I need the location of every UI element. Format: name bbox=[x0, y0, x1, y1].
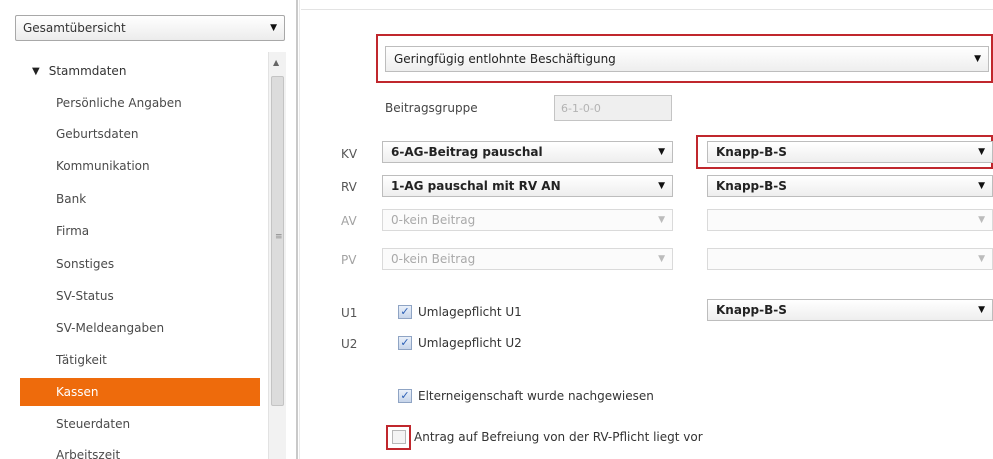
chevron-down-icon: ▼ bbox=[978, 147, 985, 157]
nav-item-sv-status[interactable]: SV-Status bbox=[15, 282, 265, 310]
rv-kasse-select[interactable]: Knapp-B-S ▼ bbox=[707, 175, 993, 197]
nav-item-taetigkeit[interactable]: Tätigkeit bbox=[15, 346, 265, 374]
rv-kasse-value: Knapp-B-S bbox=[716, 179, 787, 193]
pv-value: 0-kein Beitrag bbox=[391, 252, 476, 266]
elterneigenschaft-label: Elterneigenschaft wurde nachgewiesen bbox=[418, 389, 654, 403]
u2-label: U2 bbox=[341, 337, 358, 351]
chevron-down-icon: ▼ bbox=[978, 305, 985, 315]
beitragsgruppe-label: Beitragsgruppe bbox=[385, 101, 478, 115]
kv-select[interactable]: 6-AG-Beitrag pauschal ▼ bbox=[382, 141, 673, 163]
panel-divider-shadow bbox=[299, 0, 300, 459]
antrag-checkbox[interactable] bbox=[392, 430, 406, 444]
top-border bbox=[301, 9, 993, 10]
u1-kasse-select[interactable]: Knapp-B-S ▼ bbox=[707, 299, 993, 321]
nav-item-persoenliche-angaben[interactable]: Persönliche Angaben bbox=[15, 89, 265, 117]
nav-item-firma[interactable]: Firma bbox=[15, 217, 265, 245]
nav-item-geburtsdaten[interactable]: Geburtsdaten bbox=[15, 120, 265, 148]
u1-kasse-value: Knapp-B-S bbox=[716, 303, 787, 317]
chevron-down-icon: ▼ bbox=[658, 181, 665, 191]
chevron-down-icon: ▼ bbox=[974, 54, 981, 64]
employment-type-value: Geringfügig entlohnte Beschäftigung bbox=[394, 52, 616, 66]
grip-icon: ≡ bbox=[275, 232, 283, 242]
antrag-label: Antrag auf Befreiung von der RV-Pflicht … bbox=[414, 430, 703, 444]
u2-checkbox[interactable]: ✓ bbox=[398, 336, 412, 350]
nav-item-kassen[interactable]: Kassen bbox=[20, 378, 260, 406]
kv-value: 6-AG-Beitrag pauschal bbox=[391, 145, 543, 159]
scroll-up-icon[interactable]: ▲ bbox=[273, 58, 279, 67]
u1-label: U1 bbox=[341, 306, 358, 320]
rv-label: RV bbox=[341, 180, 357, 194]
navigation-panel: Gesamtübersicht ▼ ▼ Stammdaten Persönlic… bbox=[0, 0, 297, 459]
overview-select[interactable]: Gesamtübersicht ▼ bbox=[15, 15, 285, 41]
kv-kasse-select[interactable]: Knapp-B-S ▼ bbox=[707, 141, 993, 163]
chevron-down-icon: ▼ bbox=[978, 181, 985, 191]
chevron-down-icon: ▼ bbox=[978, 215, 985, 225]
beitragsgruppe-field: 6-1-0-0 bbox=[554, 95, 672, 121]
nav-group-label: Stammdaten bbox=[48, 64, 127, 78]
nav-item-arbeitszeit[interactable]: Arbeitszeit bbox=[15, 441, 265, 459]
scroll-thumb[interactable]: ≡ bbox=[271, 76, 284, 406]
u1-checkbox[interactable]: ✓ bbox=[398, 305, 412, 319]
nav-item-sonstiges[interactable]: Sonstiges bbox=[15, 250, 265, 278]
employment-type-select[interactable]: Geringfügig entlohnte Beschäftigung ▼ bbox=[385, 46, 989, 72]
nav-item-kommunikation[interactable]: Kommunikation bbox=[15, 152, 265, 180]
triangle-down-icon[interactable]: ▼ bbox=[32, 66, 40, 77]
chevron-down-icon: ▼ bbox=[658, 254, 665, 264]
nav-tree: ▼ Stammdaten Persönliche Angaben Geburts… bbox=[15, 52, 265, 459]
nav-item-sv-meldeangaben[interactable]: SV-Meldeangaben bbox=[15, 314, 265, 342]
rv-value: 1-AG pauschal mit RV AN bbox=[391, 179, 561, 193]
u1-checkbox-label: Umlagepflicht U1 bbox=[418, 305, 522, 319]
kv-label: KV bbox=[341, 147, 358, 161]
rv-select[interactable]: 1-AG pauschal mit RV AN ▼ bbox=[382, 175, 673, 197]
pv-kasse-select[interactable]: ▼ bbox=[707, 248, 993, 270]
av-select[interactable]: 0-kein Beitrag ▼ bbox=[382, 209, 673, 231]
av-value: 0-kein Beitrag bbox=[391, 213, 476, 227]
nav-group-stammdaten[interactable]: ▼ Stammdaten bbox=[15, 57, 265, 85]
nav-item-steuerdaten[interactable]: Steuerdaten bbox=[15, 410, 265, 438]
pv-label: PV bbox=[341, 253, 357, 267]
kv-kasse-value: Knapp-B-S bbox=[716, 145, 787, 159]
nav-scrollbar[interactable]: ▲ ≡ bbox=[268, 52, 286, 459]
av-label: AV bbox=[341, 214, 357, 228]
pv-select[interactable]: 0-kein Beitrag ▼ bbox=[382, 248, 673, 270]
nav-item-bank[interactable]: Bank bbox=[15, 185, 265, 213]
chevron-down-icon: ▼ bbox=[270, 23, 277, 33]
chevron-down-icon: ▼ bbox=[658, 215, 665, 225]
chevron-down-icon: ▼ bbox=[658, 147, 665, 157]
av-kasse-select[interactable]: ▼ bbox=[707, 209, 993, 231]
kassen-form: Geringfügig entlohnte Beschäftigung ▼ Be… bbox=[301, 0, 993, 459]
panel-divider[interactable] bbox=[296, 0, 298, 459]
overview-select-value: Gesamtübersicht bbox=[23, 21, 126, 35]
elterneigenschaft-checkbox[interactable]: ✓ bbox=[398, 389, 412, 403]
u2-checkbox-label: Umlagepflicht U2 bbox=[418, 336, 522, 350]
chevron-down-icon: ▼ bbox=[978, 254, 985, 264]
